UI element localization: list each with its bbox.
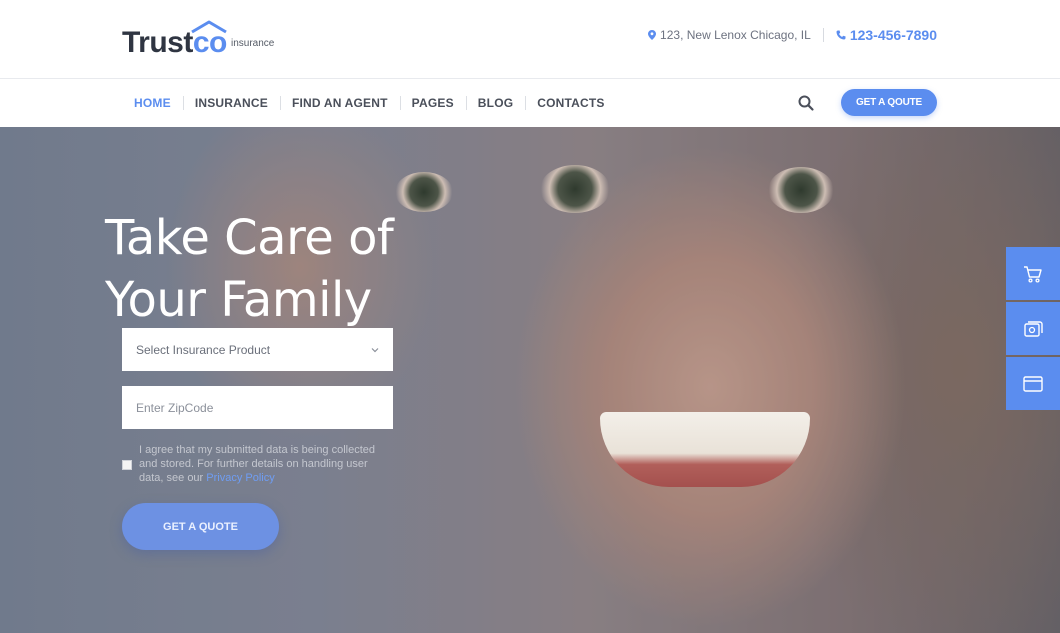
nav-item-contacts[interactable]: CONTACTS bbox=[525, 96, 616, 110]
logo-word-co: co bbox=[192, 26, 228, 59]
consent-checkbox[interactable] bbox=[122, 460, 132, 470]
hero-photo-eye bbox=[540, 165, 610, 213]
side-window-button[interactable] bbox=[1006, 357, 1060, 410]
hero-photo-smile bbox=[600, 412, 810, 487]
top-header: Trustco insurance 123, New Lenox Chicago… bbox=[0, 0, 1060, 79]
nav-item-blog[interactable]: BLOG bbox=[465, 96, 525, 110]
logo-tagline: insurance bbox=[231, 38, 275, 49]
contact-divider bbox=[822, 28, 824, 42]
hero-title-line2: Your Family bbox=[105, 272, 372, 328]
hero-title-line1: Take Care of bbox=[105, 210, 394, 266]
map-pin-icon bbox=[648, 30, 657, 40]
select-placeholder: Select Insurance Product bbox=[136, 342, 271, 357]
nav-item-find-an-agent[interactable]: FIND AN AGENT bbox=[279, 96, 400, 110]
search-icon[interactable] bbox=[797, 94, 815, 112]
address-text: 123, New Lenox Chicago, IL bbox=[660, 28, 811, 42]
phone-number: 123-456-7890 bbox=[849, 27, 937, 43]
get-a-quote-button[interactable]: GET A QUOTE bbox=[122, 503, 279, 550]
hero-title: Take Care of Your Family bbox=[105, 207, 394, 331]
nav-item-home[interactable]: HOME bbox=[122, 96, 183, 110]
header-contact: 123, New Lenox Chicago, IL 123-456-7890 bbox=[648, 27, 937, 43]
zipcode-input[interactable] bbox=[122, 386, 393, 429]
side-panel bbox=[1006, 247, 1060, 412]
main-navbar: HOME INSURANCE FIND AN AGENT PAGES BLOG … bbox=[0, 79, 1060, 127]
nav-item-insurance[interactable]: INSURANCE bbox=[182, 96, 280, 110]
nav-item-pages[interactable]: PAGES bbox=[399, 96, 466, 110]
side-cart-button[interactable] bbox=[1006, 247, 1060, 300]
window-icon bbox=[1023, 375, 1043, 392]
header-address: 123, New Lenox Chicago, IL bbox=[648, 28, 811, 42]
get-a-quote-header-button[interactable]: GET A QOUTE bbox=[841, 89, 937, 116]
documents-icon bbox=[1024, 320, 1043, 337]
side-documents-button[interactable] bbox=[1006, 302, 1060, 355]
hero-section: Take Care of Your Family Select Insuranc… bbox=[0, 127, 1060, 633]
hero-photo-eye bbox=[768, 167, 834, 213]
logo-word-trust: Trust bbox=[122, 26, 193, 59]
logo-wordmark: Trustco bbox=[122, 26, 227, 60]
consent-text: I agree that my submitted data is being … bbox=[139, 443, 392, 485]
main-nav: HOME INSURANCE FIND AN AGENT PAGES BLOG … bbox=[122, 79, 617, 127]
insurance-product-select[interactable]: Select Insurance Product bbox=[122, 328, 393, 371]
hero-photo-eye bbox=[395, 172, 453, 212]
privacy-policy-link[interactable]: Privacy Policy bbox=[206, 472, 274, 484]
cart-icon bbox=[1024, 265, 1042, 283]
chevron-down-icon bbox=[371, 347, 379, 352]
privacy-consent: I agree that my submitted data is being … bbox=[122, 443, 392, 485]
phone-icon bbox=[836, 30, 846, 40]
header-phone[interactable]: 123-456-7890 bbox=[836, 27, 937, 43]
